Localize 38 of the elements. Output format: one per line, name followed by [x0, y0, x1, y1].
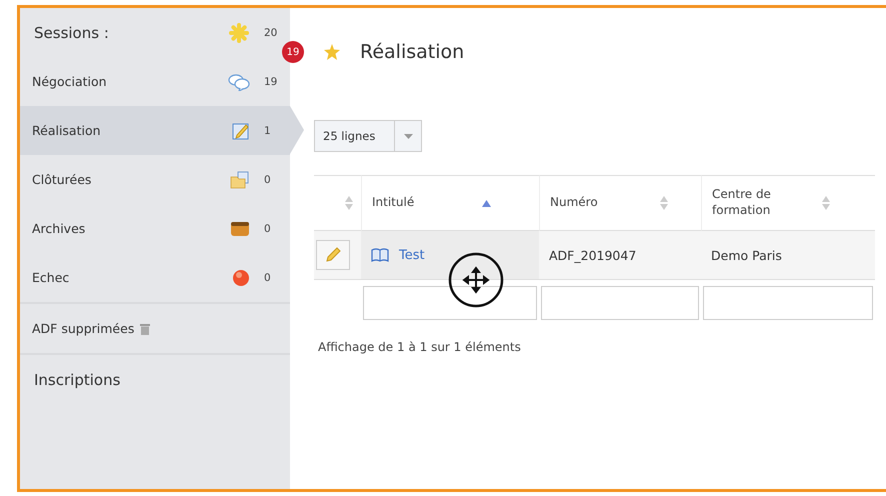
folder-icon — [230, 170, 250, 188]
page-title: Réalisation — [360, 41, 464, 63]
table-info: Affichage de 1 à 1 sur 1 éléments — [318, 340, 522, 354]
sort-icon[interactable] — [345, 196, 353, 210]
deleted-item[interactable]: ADF supprimées — [20, 304, 290, 353]
sort-icon[interactable] — [822, 196, 830, 210]
table-cell: ADF_2019047 — [539, 231, 701, 280]
chat-icon — [228, 72, 250, 90]
deleted-label: ADF supprimées — [32, 321, 134, 336]
sun-icon — [228, 22, 250, 44]
section-title: Inscriptions — [33, 370, 122, 388]
column-header[interactable]: Numéro — [539, 175, 701, 231]
trash-icon — [140, 322, 150, 334]
pencil-icon — [325, 247, 341, 263]
star-icon — [324, 44, 340, 60]
sidebar-item[interactable]: Réalisation 1 — [20, 106, 290, 155]
sessions-label: Sessions : — [33, 24, 110, 42]
filter-field[interactable] — [541, 286, 699, 320]
caret-icon — [404, 134, 412, 138]
sidebar-item[interactable]: Clôturées 0 — [20, 155, 290, 204]
column-header[interactable]: Centre de formation — [701, 175, 875, 231]
page-size-select[interactable]: 25 lignes — [314, 120, 422, 152]
edit-button[interactable] — [316, 240, 350, 270]
table-cell: Demo Paris — [701, 231, 875, 280]
box-icon — [230, 220, 250, 236]
session-link[interactable]: Test — [399, 248, 425, 262]
edit-icon — [232, 122, 250, 140]
filter-field[interactable] — [363, 286, 537, 320]
notification-badge: 19 — [282, 41, 304, 63]
sidebar-item[interactable]: Echec 0 — [20, 253, 290, 302]
sidebar-item[interactable]: Archives 0 — [20, 204, 290, 253]
sort-icon[interactable] — [660, 196, 668, 210]
sessions-count: 20 — [263, 26, 278, 38]
sort-ascending-icon[interactable] — [482, 200, 491, 206]
book-icon — [371, 248, 389, 262]
filter-field[interactable] — [703, 286, 873, 320]
move-cursor-icon — [448, 252, 504, 308]
status-dot-icon — [232, 268, 250, 286]
